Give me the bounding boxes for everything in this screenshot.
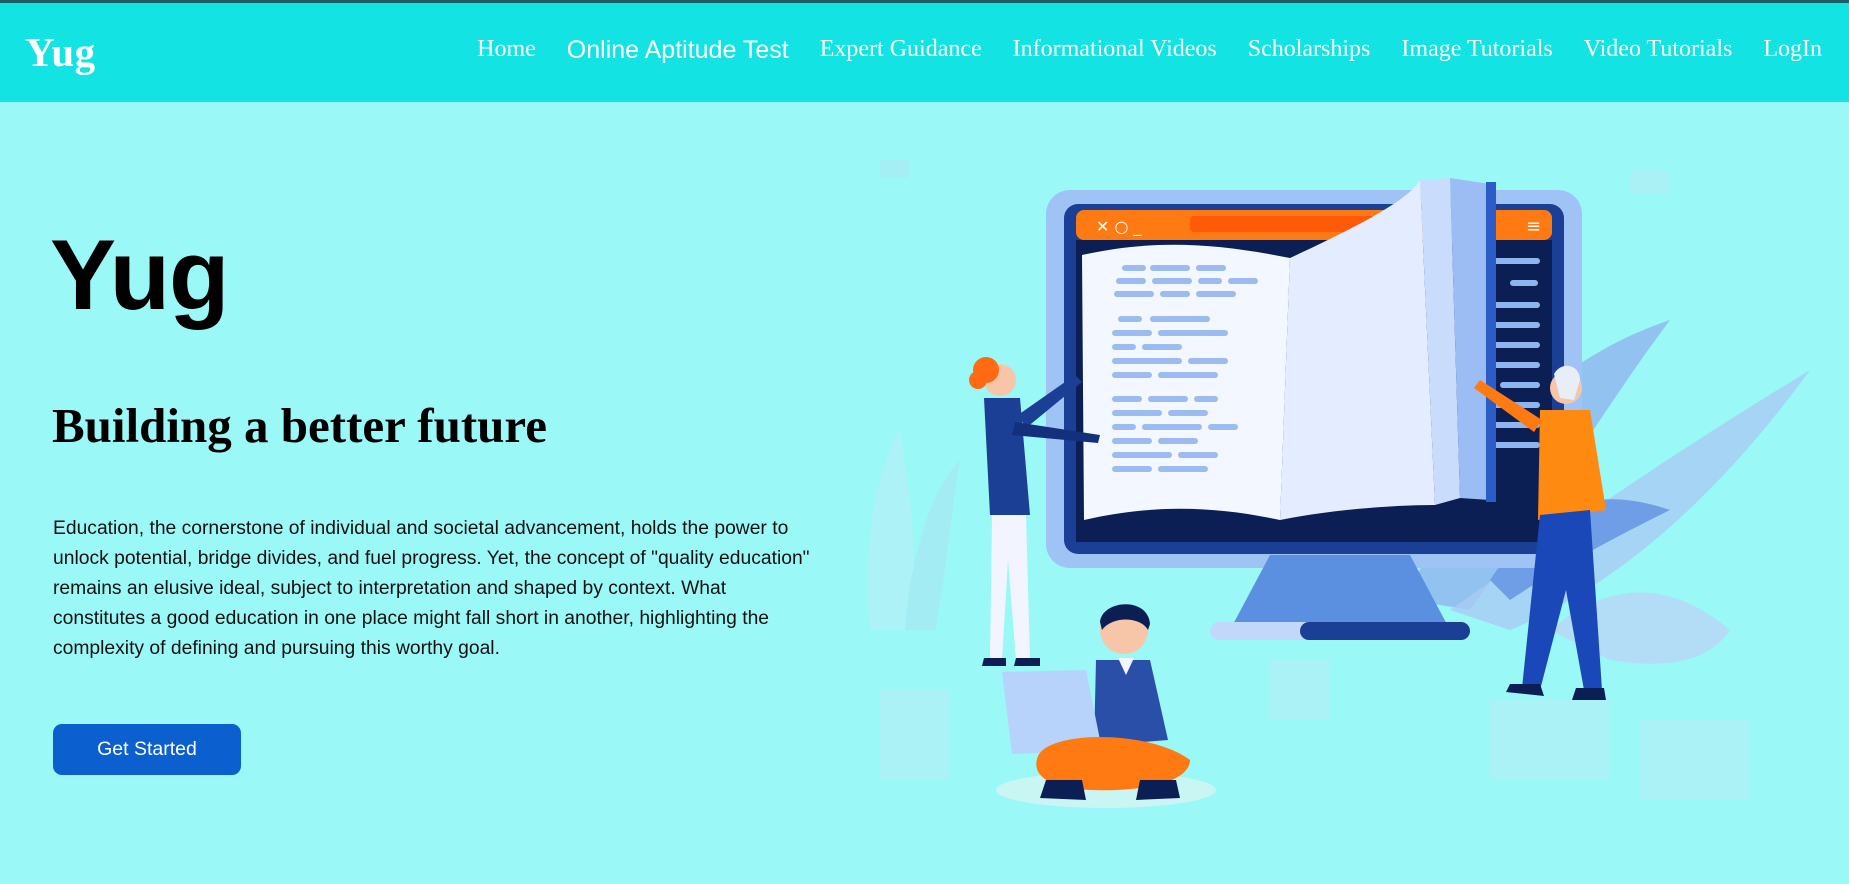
hero-description: Education, the cornerstone of individual… [53, 518, 810, 659]
nav-online-aptitude-test[interactable]: Online Aptitude Test [567, 36, 789, 65]
window-controls-icon: ✕ ○ _ [1096, 217, 1143, 237]
get-started-button[interactable]: Get Started [53, 724, 241, 775]
site-logo[interactable]: Yug [25, 28, 96, 76]
hero-title: Yug [50, 219, 230, 330]
nav-expert-guidance[interactable]: Expert Guidance [820, 36, 982, 65]
main-nav: Home Online Aptitude Test Expert Guidanc… [477, 36, 1822, 65]
hero-subtitle: Building a better future [52, 398, 548, 453]
nav-scholarships[interactable]: Scholarships [1248, 36, 1371, 65]
nav-login[interactable]: LogIn [1763, 36, 1822, 65]
top-navbar: Yug Home Online Aptitude Test Expert Gui… [0, 0, 1849, 102]
menu-icon: ≡ [1526, 216, 1541, 237]
nav-informational-videos[interactable]: Informational Videos [1013, 36, 1217, 65]
nav-home[interactable]: Home [477, 36, 536, 65]
education-illustration: ✕ ○ _ ≡ [867, 160, 1810, 808]
nav-image-tutorials[interactable]: Image Tutorials [1401, 36, 1552, 65]
nav-video-tutorials[interactable]: Video Tutorials [1584, 36, 1733, 65]
